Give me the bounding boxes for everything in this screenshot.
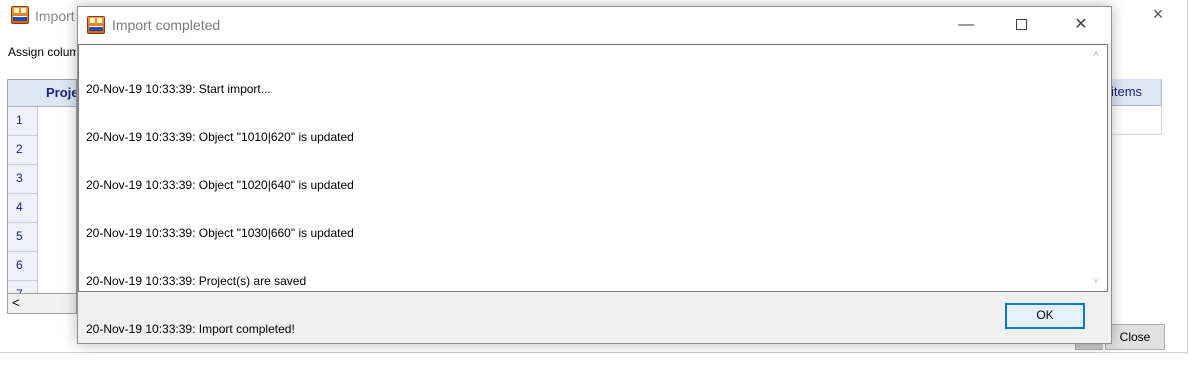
grid-row-number[interactable]: 4 xyxy=(8,194,38,223)
horizontal-scrollbar[interactable]: < xyxy=(7,294,77,314)
log-line: 20-Nov-19 10:33:39: Object "1010|620" is… xyxy=(86,130,354,144)
log-line: 20-Nov-19 10:33:39: Import completed! xyxy=(86,322,295,336)
grid-row-number[interactable]: 2 xyxy=(8,136,38,165)
grid-row-number[interactable]: 1 xyxy=(8,107,38,136)
log-line: 20-Nov-19 10:33:39: Project(s) are saved xyxy=(86,274,307,288)
close-button[interactable]: Close xyxy=(1105,324,1165,350)
import-grid-right-part[interactable]: items xyxy=(1110,79,1162,137)
scroll-up-icon[interactable]: ˄ xyxy=(1085,49,1107,60)
vertical-scrollbar[interactable]: ˄ ˅ xyxy=(1085,45,1107,291)
grid-row-number[interactable]: 7 xyxy=(8,281,38,293)
log-line: 20-Nov-19 10:33:39: Start import... xyxy=(86,82,271,96)
grid-header: Project xyxy=(8,80,76,107)
close-icon[interactable]: × xyxy=(1146,2,1170,26)
scroll-down-icon[interactable]: ˅ xyxy=(1085,276,1107,287)
app-icon xyxy=(11,6,29,24)
grid-header: items xyxy=(1110,79,1162,106)
dialog-titlebar[interactable]: Import completed — ✕ xyxy=(78,7,1111,43)
minimize-icon[interactable]: — xyxy=(943,7,989,43)
scroll-left-icon[interactable]: < xyxy=(12,295,20,310)
import-completed-dialog: Import completed — ✕ 20-Nov-19 10:33:39:… xyxy=(77,6,1112,344)
window-border xyxy=(1187,0,1188,354)
grid-row-number[interactable]: 5 xyxy=(8,223,38,252)
app-icon xyxy=(87,16,105,34)
dialog-title: Import completed xyxy=(112,17,221,33)
import-grid[interactable]: Project 1 2 3 4 5 6 7 xyxy=(7,79,77,294)
background-window-title: Import xyxy=(35,8,75,24)
close-icon[interactable]: ✕ xyxy=(1058,7,1104,43)
import-log[interactable]: 20-Nov-19 10:33:39: Start import... 20-N… xyxy=(78,44,1108,336)
grid-header-label: Project xyxy=(46,85,76,100)
grid-header-label: items xyxy=(1111,84,1143,99)
log-line: 20-Nov-19 10:33:39: Object "1020|640" is… xyxy=(86,178,354,192)
assign-columns-label: Assign columns xyxy=(8,45,76,59)
ok-button[interactable]: OK xyxy=(1005,303,1085,329)
maximize-icon[interactable] xyxy=(998,7,1044,43)
grid-cell[interactable] xyxy=(1110,106,1162,135)
grid-row-number[interactable]: 6 xyxy=(8,252,38,281)
log-line: 20-Nov-19 10:33:39: Object "1030|660" is… xyxy=(86,226,354,240)
grid-row-number[interactable]: 3 xyxy=(8,165,38,194)
log-lines: 20-Nov-19 10:33:39: Start import... 20-N… xyxy=(86,49,1077,369)
